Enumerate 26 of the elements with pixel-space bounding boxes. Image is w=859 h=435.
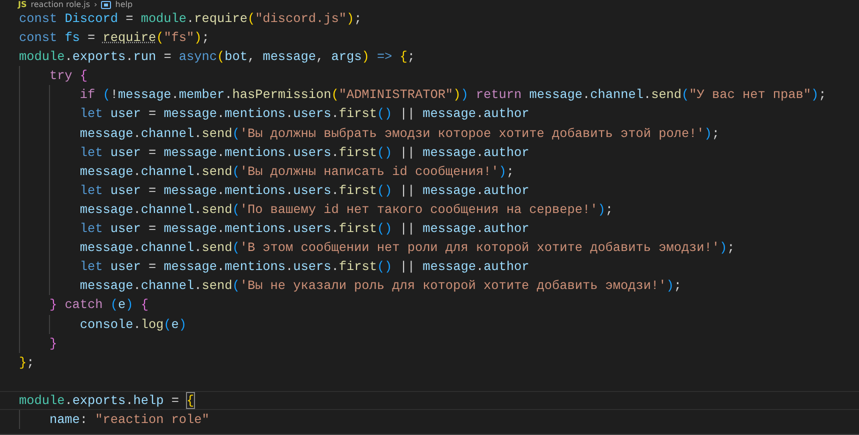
code-line: try {: [0, 66, 859, 86]
code-line: name: "reaction role": [0, 410, 859, 430]
code-line: if (!message.member.hasPermission("ADMINISTRATOR")) return message.channel.send("У вас нет прав");: [0, 85, 859, 104]
code-line: module.exports.help = {: [0, 390, 859, 410]
code-line: let user = message.mentions.users.first() || message.author: [0, 180, 859, 200]
code-line: message.channel.send('По вашему id нет такого сообщения на сервере!');: [0, 200, 859, 220]
code-line: module.exports.run = async(bot, message, args) => {;: [18, 48, 416, 66]
code-line: } catch (e) {: [0, 295, 859, 314]
breadcrumb-separator: ›: [94, 0, 98, 9]
breadcrumb-file[interactable]: reaction role.js: [30, 0, 90, 9]
breadcrumb-symbol[interactable]: help: [115, 0, 133, 9]
js-file-icon: JS: [18, 0, 27, 9]
symbol-icon: [101, 0, 112, 8]
code-line: let user = message.mentions.users.first() || message.author: [0, 142, 859, 162]
code-line: }: [0, 334, 859, 353]
code-line: console.log(e): [0, 314, 859, 334]
code-line: let user = message.mentions.users.first() || message.author: [0, 257, 859, 276]
code-line: message.channel.send('Вы должны выбрать эмодзи которое хотите добавить этой роле!');: [0, 124, 859, 143]
code-line: };: [18, 354, 36, 372]
code-line: const Discord = module.require("discord.js");: [18, 10, 363, 28]
code-line: message.channel.send('Вы должны написать id сообщения!');: [0, 162, 859, 181]
code-line: let user = message.mentions.users.first() || message.author: [0, 104, 859, 124]
code-line: message.channel.send('В этом сообщении нет роли для которой хотите добавить эмодзи!');: [0, 238, 859, 258]
code-line: let user = message.mentions.users.first() || message.author: [0, 219, 859, 238]
code-line: const fs = require("fs");: [18, 29, 210, 48]
code-line: message.channel.send('Вы не указали роль для которой хотите добавить эмодзи!');: [0, 276, 859, 296]
